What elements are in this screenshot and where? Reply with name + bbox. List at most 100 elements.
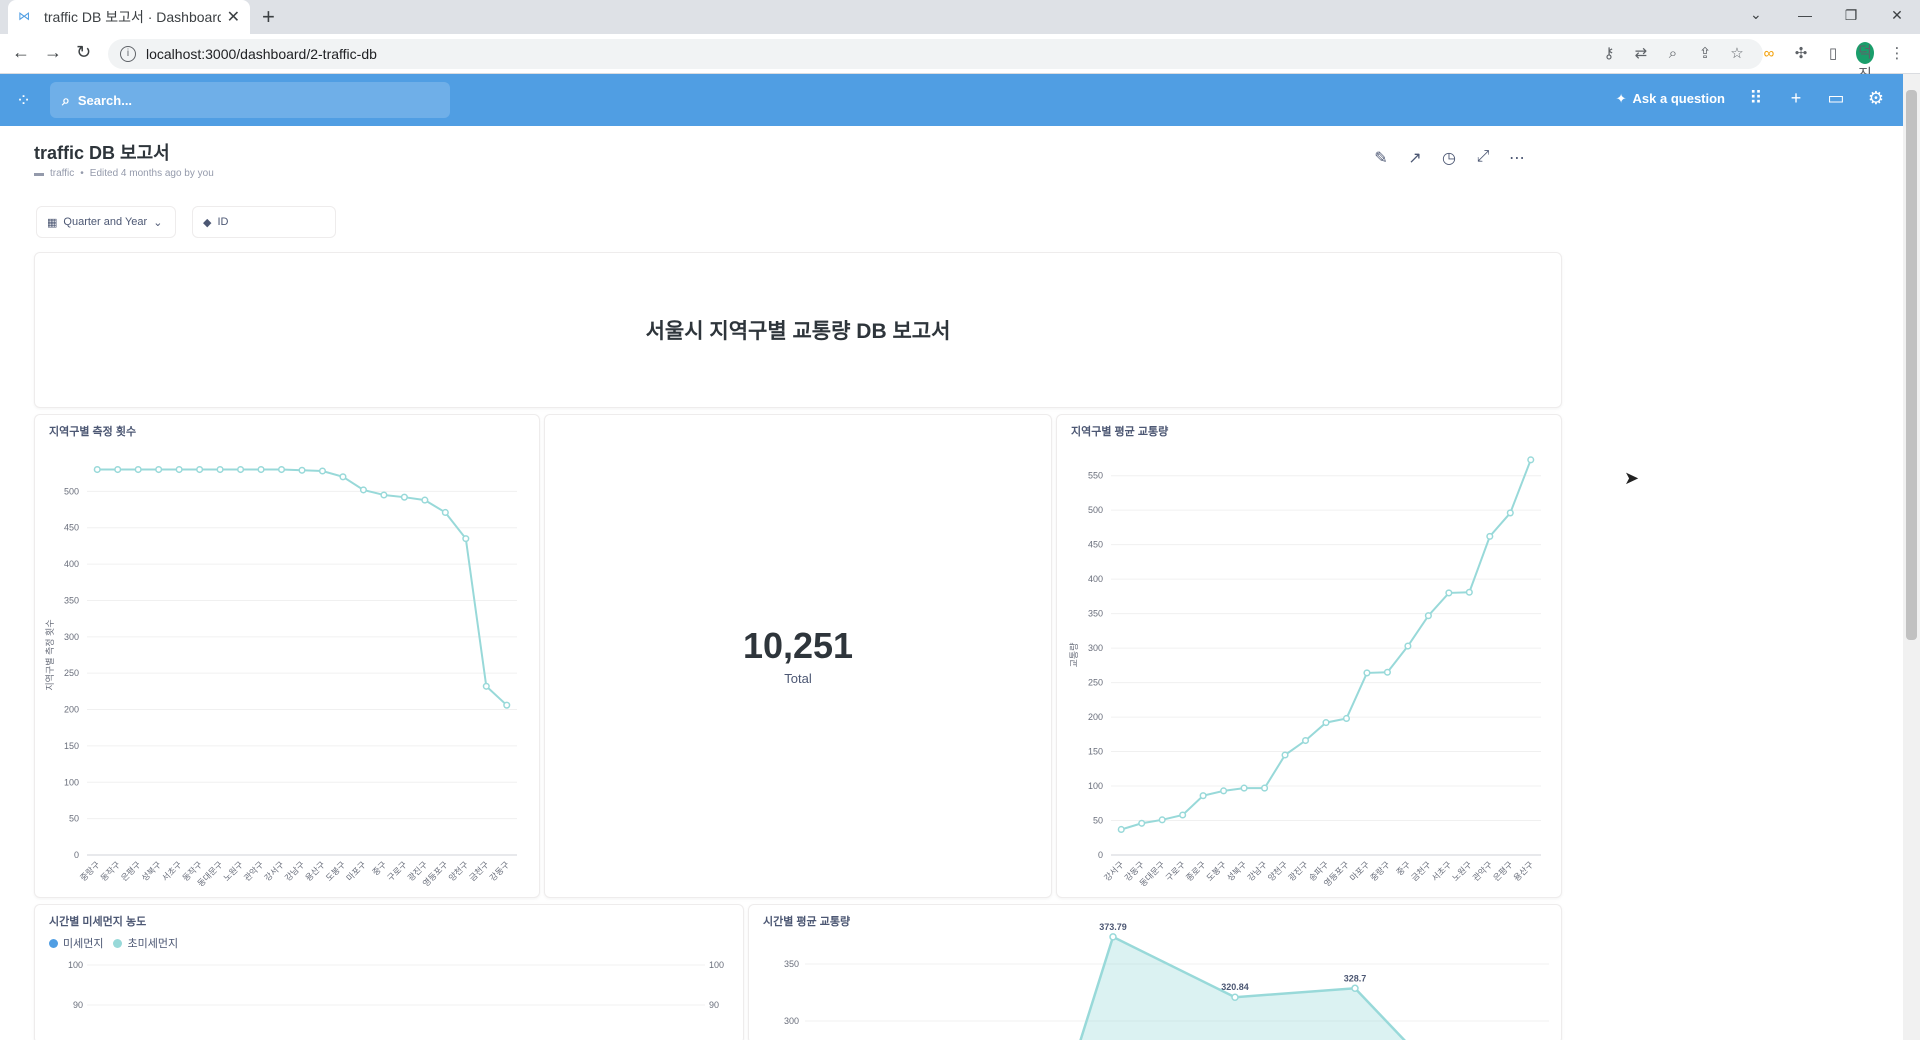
share-arrow-icon[interactable]: ↗ <box>1407 148 1423 168</box>
x-tick-label: 강서구 <box>262 859 286 883</box>
forward-icon[interactable]: → <box>44 42 62 63</box>
data-point <box>1117 825 1125 834</box>
back-icon[interactable]: ← <box>12 42 30 63</box>
search-icon: ⌕ <box>62 91 70 108</box>
x-tick-label: 중랑구 <box>1368 859 1392 883</box>
x-tick-label: 노원구 <box>221 859 245 883</box>
y-tick-label: 500 <box>64 486 79 496</box>
x-tick-label: 성북구 <box>1225 859 1249 883</box>
y-tick-label: 150 <box>1088 747 1103 757</box>
key-icon[interactable]: ⚷ <box>1600 44 1618 62</box>
url-text: localhost:3000/dashboard/2-traffic-db <box>146 46 377 62</box>
dashboard-meta: ▬ traffic • Edited 4 months ago by you <box>34 168 214 179</box>
data-point <box>1486 532 1494 540</box>
chart-card-measurement-count[interactable]: 지역구별 측정 횟수 0 50 100 150 200 250 300 350 400 450 50… <box>34 414 540 898</box>
more-icon[interactable]: ⋯ <box>1509 148 1525 168</box>
dashboard-title[interactable]: traffic DB 보고서 <box>34 139 170 165</box>
search-input[interactable]: ⌕ Search... <box>50 82 450 118</box>
filter-quarter-year[interactable]: ▦ Quarter and Year ⌄ <box>36 206 176 238</box>
side-panel-icon[interactable]: ▯ <box>1824 44 1842 62</box>
tab-title: traffic DB 보고서 · Dashboard <box>44 9 221 25</box>
y-tick-label: 450 <box>64 523 79 533</box>
data-point <box>1220 787 1228 795</box>
metabase-favicon-icon: ⋈ <box>18 9 30 23</box>
x-tick-label: 은평구 <box>119 859 143 883</box>
browser-toolbar: ← → ↻ i localhost:3000/dashboard/2-traff… <box>0 34 1920 83</box>
series-line <box>97 468 508 706</box>
data-point <box>421 496 429 504</box>
extension-glasses-icon[interactable]: ∞ <box>1760 45 1778 62</box>
y-tick-label: 100 <box>64 777 79 787</box>
data-point <box>1383 668 1391 676</box>
data-point <box>134 465 142 474</box>
minimize-icon[interactable]: — <box>1782 0 1828 34</box>
y-axis-label: 교통량 <box>1068 643 1079 668</box>
bookmark-star-icon[interactable]: ☆ <box>1728 44 1746 62</box>
grid-icon[interactable]: ⠿ <box>1747 88 1765 109</box>
x-tick-label: 서초구 <box>1430 859 1454 883</box>
collection-link[interactable]: traffic <box>50 168 74 179</box>
y-tick-label: 100 <box>1088 781 1103 791</box>
close-window-icon[interactable]: ✕ <box>1874 0 1920 34</box>
puzzle-icon[interactable]: ✣ <box>1792 44 1810 62</box>
data-point <box>503 701 511 709</box>
y-tick-label-right: 90 <box>709 1000 719 1010</box>
chart-card-fine-dust[interactable]: 시간별 미세먼지 농도 미세먼지 초미세먼지 90 100 90 100 <box>34 904 744 1040</box>
y-tick-label: 300 <box>64 632 79 642</box>
restore-icon[interactable]: ❐ <box>1828 0 1874 34</box>
data-point <box>155 465 163 474</box>
zoom-icon[interactable]: ⌕ <box>1664 45 1682 62</box>
scalar-value: 10,251 <box>742 625 854 666</box>
close-tab-icon[interactable]: ✕ <box>227 7 240 27</box>
y-tick-label: 150 <box>64 741 79 751</box>
filter-label: ID <box>217 216 229 228</box>
data-point <box>400 493 408 501</box>
card-title[interactable]: 지역구별 측정 횟수 <box>49 423 136 439</box>
data-point <box>1109 933 1117 941</box>
browser-menu-icon[interactable]: ⋮ <box>1888 44 1906 62</box>
browser-tab-strip: ⋈ traffic DB 보고서 · Dashboard ✕ + ⌄ — ❐ ✕ <box>0 0 1920 34</box>
scalar-card[interactable]: 10,251 Total <box>544 414 1052 898</box>
site-info-icon[interactable]: i <box>120 46 136 62</box>
browse-data-icon[interactable]: ▭ <box>1827 88 1845 109</box>
browser-tab[interactable]: ⋈ traffic DB 보고서 · Dashboard ✕ <box>8 0 250 34</box>
scalar-label: Total <box>784 671 812 686</box>
gear-icon[interactable]: ⚙ <box>1867 88 1885 109</box>
chart-card-average-traffic[interactable]: 지역구별 평균 교통량 0 50 100 150 200 250 300 350 400 450 5… <box>1056 414 1562 898</box>
x-tick-label: 성북구 <box>139 859 163 883</box>
x-tick-label: 강남구 <box>1245 859 1269 883</box>
data-point <box>257 465 265 474</box>
translate-icon[interactable]: ⇄ <box>1632 44 1650 62</box>
page-scrollbar-thumb[interactable] <box>1906 90 1917 640</box>
y-tick-label: 350 <box>784 959 799 969</box>
sparkle-icon: ✦ <box>1615 90 1627 106</box>
data-point <box>1158 816 1166 824</box>
legend-item[interactable]: 미세먼지 <box>49 935 103 951</box>
data-point <box>1199 792 1207 800</box>
x-tick-label: 용산구 <box>303 859 327 883</box>
profile-avatar[interactable]: 덕진 <box>1856 42 1874 83</box>
ask-question-button[interactable]: ✦ Ask a question <box>1616 91 1725 107</box>
card-title[interactable]: 시간별 평균 교통량 <box>763 913 850 929</box>
filter-id[interactable]: ◆ ID <box>192 206 336 238</box>
tag-icon: ◆ <box>203 216 212 229</box>
share-icon[interactable]: ⇪ <box>1696 44 1714 62</box>
address-bar[interactable]: i localhost:3000/dashboard/2-traffic-db <box>108 39 1763 69</box>
pencil-icon[interactable]: ✎ <box>1373 148 1389 168</box>
card-title[interactable]: 시간별 미세먼지 농도 <box>49 913 146 929</box>
x-tick-label: 양천구 <box>447 859 471 883</box>
y-tick-label: 350 <box>64 595 79 605</box>
legend-item[interactable]: 초미세먼지 <box>113 935 178 951</box>
data-point <box>1351 984 1359 993</box>
edited-info[interactable]: Edited 4 months ago by you <box>90 168 214 179</box>
metabase-logo-icon[interactable]: ⁘ <box>16 90 36 110</box>
fullscreen-icon[interactable]: ⤢ <box>1475 148 1491 168</box>
new-tab-icon[interactable]: + <box>262 4 275 30</box>
reload-icon[interactable]: ↻ <box>76 42 91 63</box>
card-title[interactable]: 지역구별 평균 교통량 <box>1071 423 1168 439</box>
chart-card-hourly-traffic[interactable]: 시간별 평균 교통량 300 350 373.79 320.84 328.7 <box>748 904 1562 1040</box>
clock-icon[interactable]: ◷ <box>1441 148 1457 168</box>
tab-search-chevron-icon[interactable]: ⌄ <box>1750 6 1762 23</box>
y-tick-label-left: 90 <box>73 1000 83 1010</box>
plus-icon[interactable]: + <box>1787 88 1805 109</box>
